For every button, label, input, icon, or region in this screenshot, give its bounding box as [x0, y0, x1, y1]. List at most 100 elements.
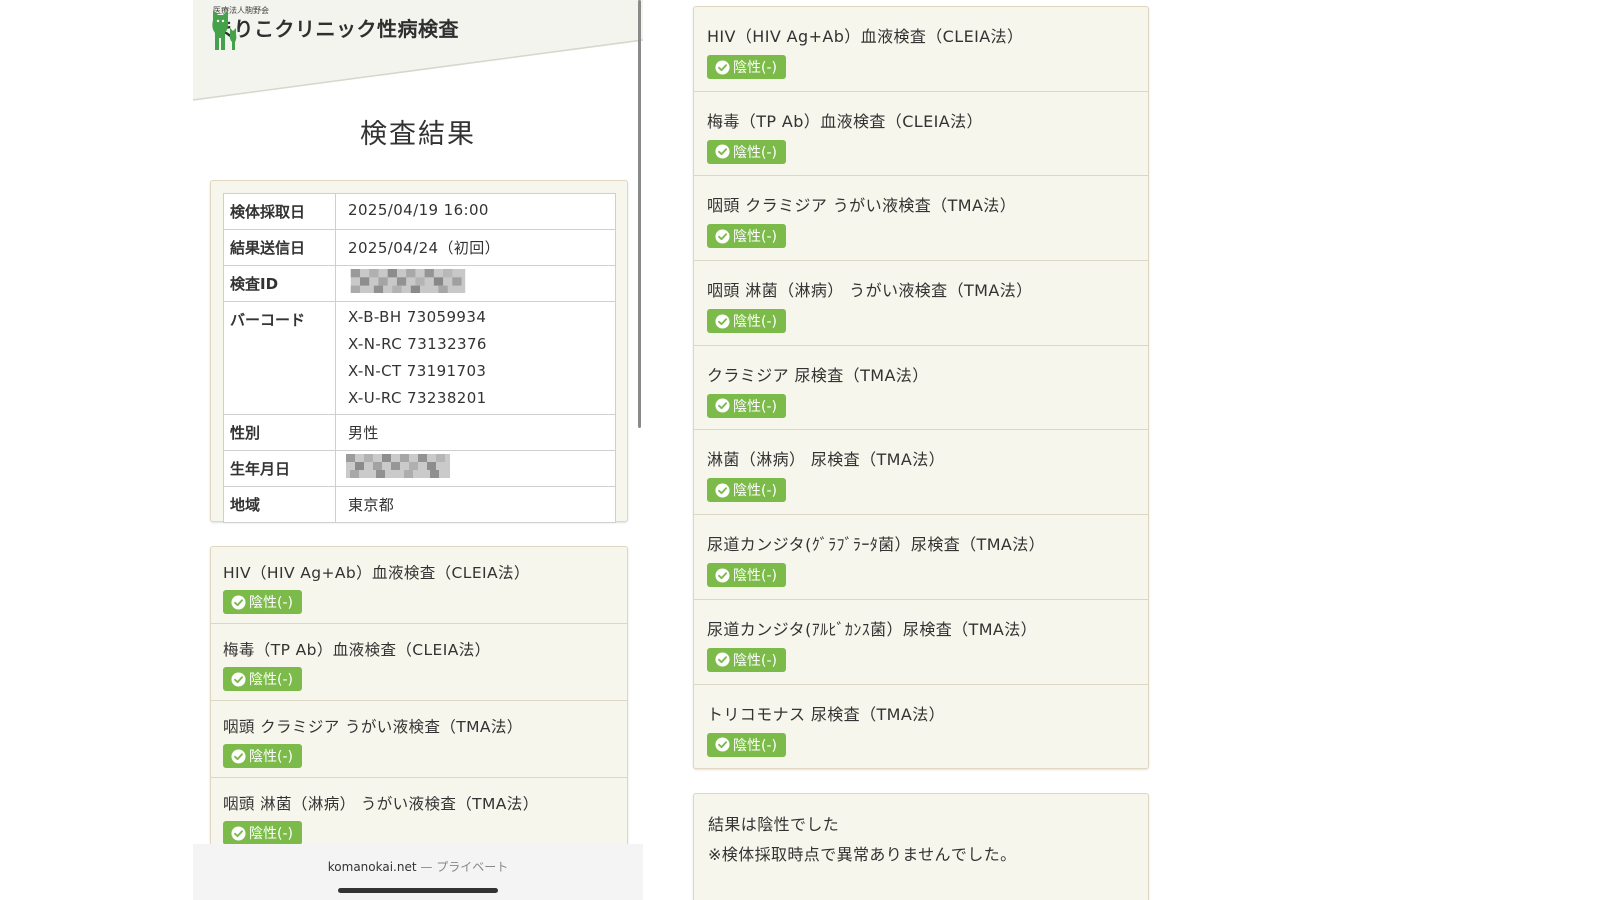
cat-logo-icon — [212, 10, 237, 50]
result-item: 咽頭 クラミジア うがい液検査（TMA法） 陰性(-) — [211, 701, 627, 778]
badge-label: 陰性(-) — [249, 595, 293, 611]
check-circle-icon — [715, 483, 730, 498]
negative-badge: 陰性(-) — [707, 224, 786, 249]
test-name: 咽頭 クラミジア うがい液検査（TMA法） — [707, 196, 1017, 216]
negative-badge: 陰性(-) — [707, 563, 786, 588]
info-key: 生年月日 — [223, 450, 336, 487]
right-screenshot: HIV（HIV Ag+Ab）血液検査（CLEIA法） 陰性(-) 梅毒（TP A… — [693, 0, 1153, 900]
negative-badge: 陰性(-) — [707, 139, 786, 164]
redacted-mosaic — [346, 454, 450, 478]
check-circle-icon — [715, 59, 730, 75]
url-domain: komanokai.net — [327, 860, 417, 874]
browser-url[interactable]: komanokai.net — プライベート — [193, 844, 643, 875]
badge-label: 陰性(-) — [733, 60, 777, 76]
result-item: 梅毒（TP Ab）血液検査（CLEIA法） 陰性(-) — [211, 624, 627, 701]
summary-result: 結果は陰性でした — [708, 815, 840, 834]
barcode-list: X-B-BH 73059934 X-N-RC 73132376 X-N-CT 7… — [335, 301, 616, 415]
info-value: 2025/04/19 16:00 — [335, 193, 616, 230]
info-key: バーコード — [223, 301, 336, 415]
barcode-value: X-B-BH 73059934 — [348, 308, 487, 326]
info-key: 検体採取日 — [223, 193, 336, 230]
page-title: 検査結果 — [360, 119, 476, 150]
url-separator: — — [420, 860, 433, 874]
info-row-barcode: バーコード X-B-BH 73059934 X-N-RC 73132376 X-… — [223, 301, 616, 415]
check-circle-icon — [715, 314, 730, 329]
check-circle-icon — [715, 568, 730, 583]
negative-badge: 陰性(-) — [223, 667, 302, 691]
check-circle-icon — [715, 652, 730, 667]
info-value: 東京都 — [335, 486, 616, 523]
test-name: HIV（HIV Ag+Ab）血液検査（CLEIA法） — [223, 564, 530, 582]
test-name: トリコモナス 尿検査（TMA法） — [707, 704, 946, 724]
info-value-redacted — [335, 450, 616, 487]
info-row-birthdate: 生年月日 — [223, 450, 616, 487]
test-name: 梅毒（TP Ab）血液検査（CLEIA法） — [223, 641, 491, 659]
badge-label: 陰性(-) — [733, 568, 777, 585]
negative-badge: 陰性(-) — [707, 55, 786, 79]
check-circle-icon — [715, 144, 730, 159]
summary-note: ※検体採取時点で異常ありませんでした。 — [708, 845, 1017, 864]
info-card: 検体採取日 2025/04/19 16:00 結果送信日 2025/04/24（… — [210, 180, 628, 523]
result-item: HIV（HIV Ag+Ab）血液検査（CLEIA法） 陰性(-) — [211, 547, 627, 624]
result-item: HIV（HIV Ag+Ab）血液検査（CLEIA法） 陰性(-) — [694, 7, 1148, 92]
info-row-result-date: 結果送信日 2025/04/24（初回） — [223, 229, 616, 266]
badge-label: 陰性(-) — [733, 398, 777, 415]
result-item: 咽頭 クラミジア うがい液検査（TMA法） 陰性(-) — [694, 176, 1148, 262]
scrollbar-thumb[interactable] — [638, 0, 641, 428]
check-circle-icon — [231, 825, 246, 841]
badge-label: 陰性(-) — [249, 672, 293, 688]
barcode-value: X-N-RC 73132376 — [348, 335, 487, 353]
badge-label: 陰性(-) — [249, 749, 293, 765]
test-name: 尿道カンジタ(ｱﾙﾋﾞｶﾝｽ菌）尿検査（TMA法） — [707, 619, 1038, 639]
negative-badge: 陰性(-) — [707, 478, 786, 503]
test-name: 咽頭 クラミジア うがい液検査（TMA法） — [223, 718, 523, 736]
test-name: 梅毒（TP Ab）血液検査（CLEIA法） — [707, 111, 983, 131]
info-row-test-id: 検査ID — [223, 265, 616, 302]
badge-label: 陰性(-) — [249, 826, 293, 842]
header-banner: 医療法人駒野会 まりこクリニック性病検査 — [193, 0, 643, 110]
redacted-mosaic — [350, 269, 466, 293]
info-key: 結果送信日 — [223, 229, 336, 266]
badge-label: 陰性(-) — [733, 229, 777, 246]
info-value: 2025/04/24（初回） — [335, 229, 616, 266]
left-screenshot: 医療法人駒野会 まりこクリニック性病検査 検査結果 検体採取日 2025/04/… — [193, 0, 643, 900]
check-circle-icon — [715, 229, 730, 244]
result-item: トリコモナス 尿検査（TMA法） 陰性(-) — [694, 685, 1148, 769]
home-indicator[interactable] — [338, 888, 498, 893]
barcode-value: X-N-CT 73191703 — [348, 362, 487, 380]
private-mode-label: プライベート — [436, 860, 509, 874]
badge-label: 陰性(-) — [733, 314, 777, 331]
test-name: 咽頭 淋菌（淋病） うがい液検査（TMA法） — [707, 281, 1033, 301]
negative-badge: 陰性(-) — [707, 732, 786, 757]
check-circle-icon — [715, 737, 730, 752]
test-name: HIV（HIV Ag+Ab）血液検査（CLEIA法） — [707, 27, 1024, 46]
result-item: 梅毒（TP Ab）血液検査（CLEIA法） 陰性(-) — [694, 92, 1148, 177]
negative-badge: 陰性(-) — [223, 821, 302, 845]
badge-label: 陰性(-) — [733, 483, 777, 500]
test-name: クラミジア 尿検査（TMA法） — [707, 365, 929, 385]
info-row-collection-date: 検体採取日 2025/04/19 16:00 — [223, 193, 616, 230]
negative-badge: 陰性(-) — [707, 647, 786, 672]
summary-card: 結果は陰性でした ※検体採取時点で異常ありませんでした。 — [693, 793, 1149, 900]
badge-label: 陰性(-) — [733, 144, 777, 161]
negative-badge: 陰性(-) — [223, 590, 302, 614]
result-item: 尿道カンジタ(ｱﾙﾋﾞｶﾝｽ菌）尿検査（TMA法） 陰性(-) — [694, 600, 1148, 685]
clinic-logo[interactable]: 医療法人駒野会 まりこクリニック性病検査 — [209, 6, 459, 50]
badge-label: 陰性(-) — [733, 652, 777, 669]
result-item: 尿道カンジタ(ｸﾞﾗﾌﾞﾗｰﾀ菌）尿検査（TMA法） 陰性(-) — [694, 515, 1148, 600]
clinic-name: まりこクリニック性病検査 — [213, 17, 459, 41]
clinic-org-name: 医療法人駒野会 — [213, 6, 269, 15]
info-table: 検体採取日 2025/04/19 16:00 結果送信日 2025/04/24（… — [223, 193, 616, 523]
badge-label: 陰性(-) — [733, 737, 777, 754]
info-value: 男性 — [335, 414, 616, 451]
test-name: 尿道カンジタ(ｸﾞﾗﾌﾞﾗｰﾀ菌）尿検査（TMA法） — [707, 535, 1046, 555]
test-name: 淋菌（淋病） 尿検査（TMA法） — [707, 450, 946, 470]
results-list-left: HIV（HIV Ag+Ab）血液検査（CLEIA法） 陰性(-) 梅毒（TP A… — [210, 546, 628, 876]
test-name: 咽頭 淋菌（淋病） うがい液検査（TMA法） — [223, 795, 539, 813]
info-value-redacted — [335, 265, 616, 302]
info-row-gender: 性別 男性 — [223, 414, 616, 451]
browser-bottom-bar: komanokai.net — プライベート — [193, 844, 643, 900]
result-item: 淋菌（淋病） 尿検査（TMA法） 陰性(-) — [694, 430, 1148, 516]
info-key: 地域 — [223, 486, 336, 523]
barcode-value: X-U-RC 73238201 — [348, 389, 487, 407]
